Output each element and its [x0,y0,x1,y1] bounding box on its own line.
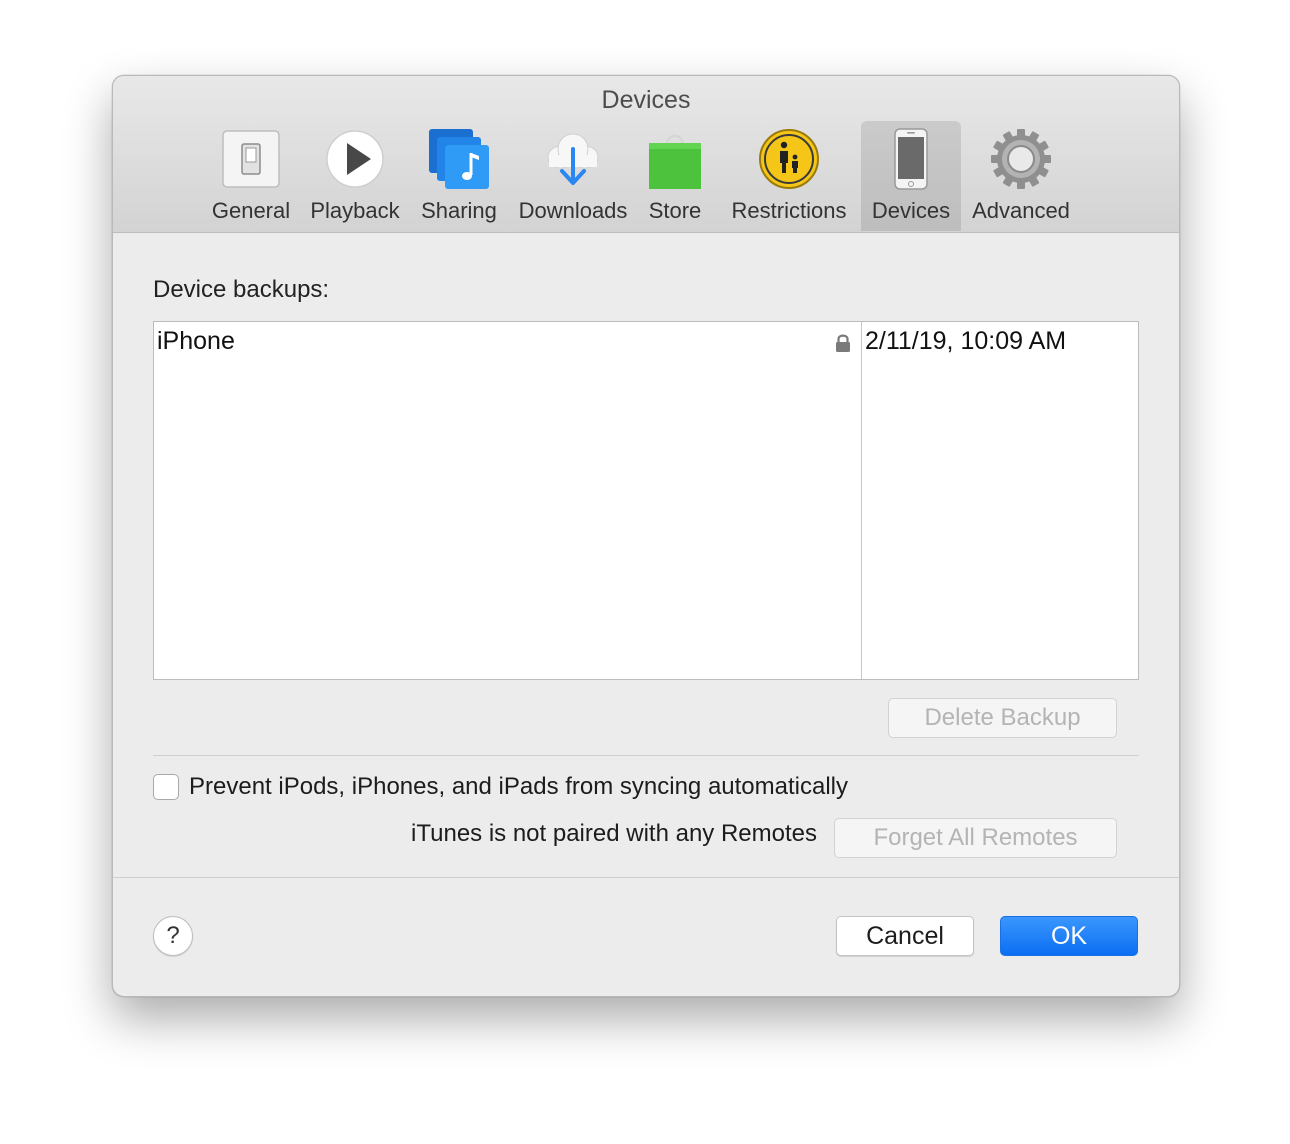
toolbar-item-advanced[interactable]: Advanced [965,121,1077,231]
delete-backup-button[interactable]: Delete Backup [888,698,1117,738]
backups-table[interactable]: iPhone 2/11/19, 10:09 AM [153,321,1139,680]
ok-button[interactable]: OK [1000,916,1138,956]
lock-icon [836,334,850,352]
play-icon [326,130,384,188]
gear-icon [991,129,1051,189]
cloud-download-icon [547,133,599,185]
backup-date: 2/11/19, 10:09 AM [865,327,1067,355]
toolbar-label-advanced: Advanced [972,198,1070,223]
prevent-sync-checkbox[interactable] [153,774,179,800]
toolbar-item-devices[interactable]: Devices [861,121,961,231]
toolbar-item-sharing[interactable]: Sharing [413,121,505,231]
help-button[interactable]: ? [153,916,193,956]
prevent-sync-label[interactable]: Prevent iPods, iPhones, and iPads from s… [189,773,848,801]
forget-all-remotes-button[interactable]: Forget All Remotes [834,818,1117,858]
preferences-window: Devices General Playback Sharing Downloa… [112,75,1180,997]
divider [153,755,1139,756]
iphone-icon [894,128,928,190]
window-title: Devices [601,86,691,114]
parental-controls-icon [759,129,819,189]
backup-device-name: iPhone [157,327,235,355]
cancel-button[interactable]: Cancel [836,916,974,956]
toolbar-label-playback: Playback [310,198,400,223]
titlebar-toolbar: Devices General Playback Sharing Downloa… [113,76,1179,233]
toolbar-label-restrictions: Restrictions [731,198,847,223]
toolbar-label-sharing: Sharing [421,198,497,223]
column-divider[interactable] [861,322,862,679]
toolbar-item-restrictions[interactable]: Restrictions [723,121,855,231]
toolbar-label-devices: Devices [871,198,951,223]
general-switch-icon [222,130,280,188]
toolbar-item-general[interactable]: General [205,121,297,231]
device-backups-label: Device backups: [153,276,330,303]
toolbar-item-playback[interactable]: Playback [305,121,405,231]
remotes-status-text: iTunes is not paired with any Remotes [411,820,817,847]
sharing-music-icon [429,129,489,189]
footer-divider [113,877,1179,878]
toolbar-label-general: General [211,198,291,223]
toolbar-item-downloads[interactable]: Downloads [513,121,633,231]
shopping-bag-icon [649,134,701,189]
toolbar-label-store: Store [648,198,702,223]
toolbar-item-store[interactable]: Store [637,121,713,231]
toolbar-label-downloads: Downloads [518,198,628,223]
